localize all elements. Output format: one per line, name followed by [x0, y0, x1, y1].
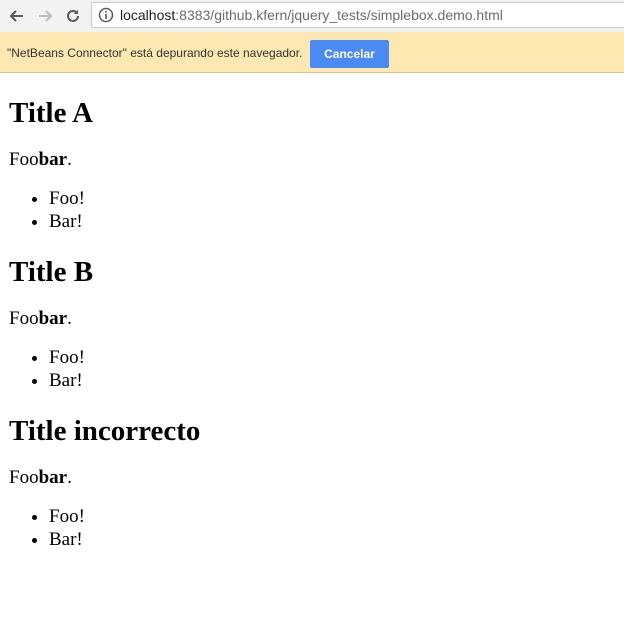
- section-paragraph: Foobar.: [9, 149, 615, 170]
- forward-icon: [39, 10, 53, 22]
- section-incorrecto: Title incorrecto Foobar. Foo! Bar!: [9, 414, 615, 551]
- url-path: :8383/github.kfern/jquery_tests/simplebo…: [175, 7, 503, 23]
- section-title: Title incorrecto: [9, 415, 201, 447]
- infobar-message: "NetBeans Connector" está depurando este…: [7, 46, 303, 60]
- url-text[interactable]: localhost:8383/github.kfern/jquery_tests…: [120, 7, 503, 23]
- list-item: Foo!: [49, 187, 615, 210]
- para-bold: bar: [38, 149, 68, 170]
- para-suffix: .: [67, 308, 72, 329]
- info-icon[interactable]: [98, 7, 114, 23]
- para-text: Foo: [9, 308, 39, 329]
- section-paragraph: Foobar.: [9, 308, 615, 329]
- browser-toolbar: localhost:8383/github.kfern/jquery_tests…: [0, 0, 624, 32]
- reload-button[interactable]: [62, 5, 84, 27]
- para-bold: bar: [38, 467, 68, 488]
- para-suffix: .: [67, 467, 72, 488]
- list-item: Bar!: [49, 369, 615, 392]
- para-suffix: .: [67, 149, 72, 170]
- forward-button[interactable]: [34, 5, 56, 27]
- url-host: localhost: [120, 7, 176, 23]
- section-title: Title A: [9, 97, 94, 129]
- para-text: Foo: [9, 149, 39, 170]
- address-bar[interactable]: localhost:8383/github.kfern/jquery_tests…: [91, 2, 624, 28]
- back-button[interactable]: [6, 5, 28, 27]
- section-b: Title B Foobar. Foo! Bar!: [9, 255, 615, 392]
- list-item: Bar!: [49, 528, 615, 551]
- list-item: Foo!: [49, 346, 615, 369]
- section-list: Foo! Bar!: [9, 187, 615, 233]
- list-item: Foo!: [49, 505, 615, 528]
- para-bold: bar: [38, 308, 68, 329]
- list-item: Bar!: [49, 210, 615, 233]
- section-list: Foo! Bar!: [9, 505, 615, 551]
- section-a: Title A Foobar. Foo! Bar!: [9, 96, 615, 233]
- section-list: Foo! Bar!: [9, 346, 615, 392]
- reload-icon: [67, 9, 79, 22]
- section-title: Title B: [9, 256, 94, 288]
- back-icon: [9, 10, 23, 22]
- para-text: Foo: [9, 467, 39, 488]
- page-content: Title A Foobar. Foo! Bar! Title B Foobar…: [0, 74, 624, 573]
- debug-infobar: "NetBeans Connector" está depurando este…: [0, 32, 624, 73]
- cancel-button[interactable]: Cancelar: [310, 40, 389, 68]
- section-paragraph: Foobar.: [9, 467, 615, 488]
